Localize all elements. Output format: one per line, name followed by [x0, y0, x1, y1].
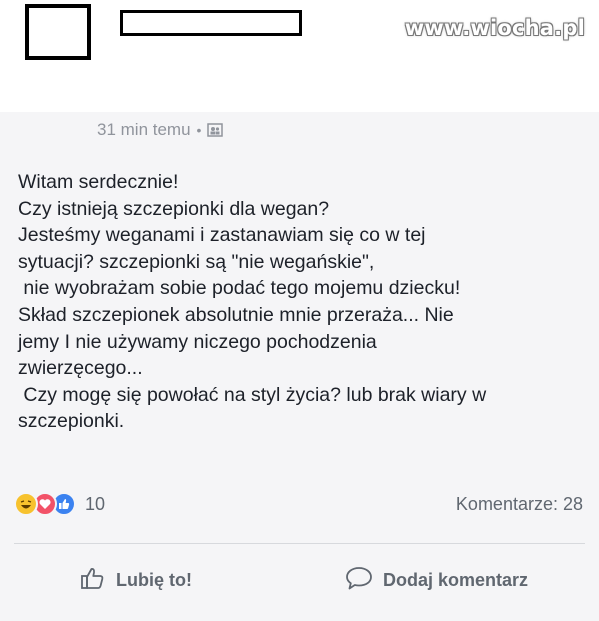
like-button[interactable]: Lubię to!: [80, 565, 192, 596]
like-button-label: Lubię to!: [116, 570, 192, 590]
comment-button[interactable]: Dodaj komentarz: [345, 565, 528, 596]
post-line: szczepionki.: [18, 410, 125, 433]
comment-button-label: Dodaj komentarz: [383, 570, 529, 590]
post-line: zwierzęcego...: [18, 357, 143, 380]
post-line: Czy mogę się powołać na styl życia? lub …: [18, 383, 487, 406]
friends-icon[interactable]: [207, 122, 224, 138]
avatar-redacted[interactable]: [25, 4, 91, 60]
post-line: Czy istnieją szczepionki dla wegan?: [18, 197, 330, 220]
comments-count[interactable]: Komentarze: 28: [456, 494, 583, 515]
post-line: Jesteśmy weganami i zastanawiam się co w…: [18, 224, 426, 247]
post-line: Witam serdecznie!: [18, 171, 179, 193]
post-header: www.wiocha.pl: [0, 0, 599, 112]
comment-bubble-icon: [345, 565, 373, 596]
post-card: 31 min temu • Witam serdecznie! Czy istn…: [0, 112, 599, 621]
post-line: sytuacji? szczepionki są "nie wegańskie"…: [18, 250, 375, 273]
post-body: Witam serdecznie! Czy istnieją szczepion…: [18, 169, 593, 435]
post-line: jemy I nie używamy niczego pochodzenia: [18, 330, 377, 353]
haha-icon: [14, 492, 38, 516]
post-line: Skład szczepionek absolutnie mnie przera…: [18, 303, 454, 326]
reaction-count[interactable]: 10: [85, 494, 105, 515]
post-meta: 31 min temu •: [97, 120, 224, 140]
reactions-summary[interactable]: 10: [14, 492, 105, 516]
timestamp[interactable]: 31 min temu: [97, 120, 191, 140]
post-line: nie wyobrażam sobie podać tego mojemu dz…: [18, 277, 461, 300]
divider: [14, 543, 585, 544]
watermark: www.wiocha.pl: [404, 16, 585, 40]
thumbs-up-icon: [80, 565, 106, 596]
post-actions: Lubię to! Dodaj komentarz: [0, 557, 599, 605]
meta-separator: •: [196, 122, 202, 138]
author-name-redacted[interactable]: [120, 10, 302, 36]
